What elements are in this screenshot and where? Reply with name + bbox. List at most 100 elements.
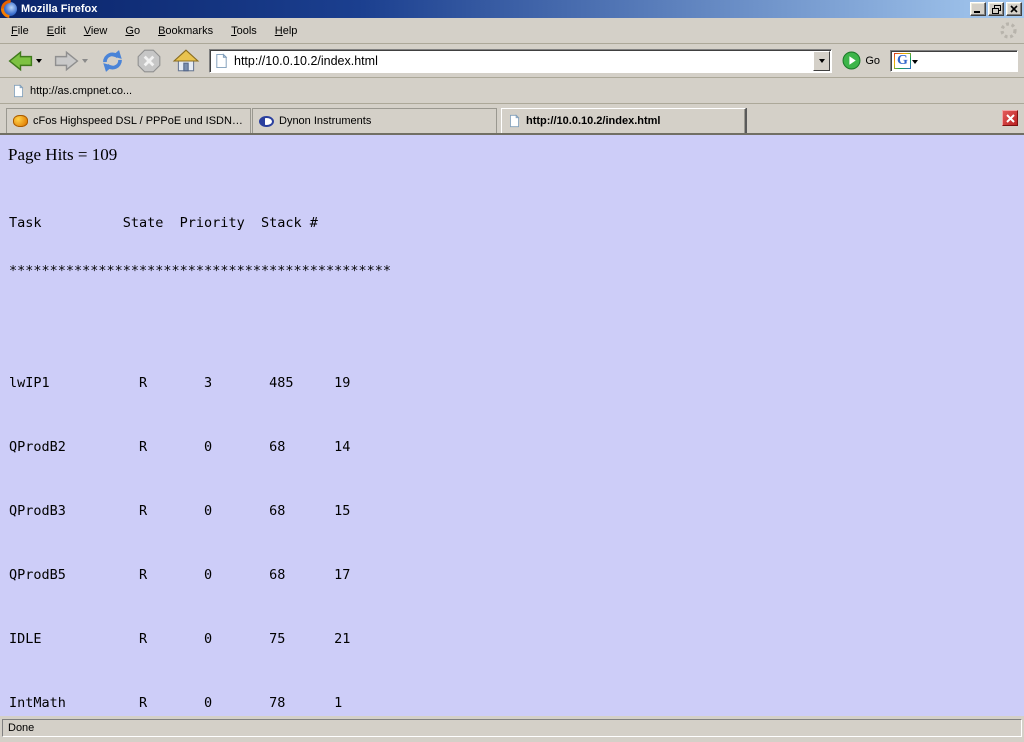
status-text: Done xyxy=(8,722,34,734)
cell-stack-num: 21 xyxy=(334,631,350,647)
cell-stack: 68 xyxy=(269,439,334,455)
go-button[interactable]: Go xyxy=(838,49,884,72)
restore-icon xyxy=(992,5,1001,14)
separator-line: ****************************************… xyxy=(9,263,1016,279)
table-row: QProdB2R06814 xyxy=(9,439,1016,455)
table-row: IDLER07521 xyxy=(9,631,1016,647)
tab-label: cFos Highspeed DSL / PPPoE und ISDN CAP.… xyxy=(33,115,244,127)
cell-stack-num: 17 xyxy=(334,567,350,583)
reload-button[interactable] xyxy=(98,47,127,75)
bookmark-label: http://as.cmpnet.co... xyxy=(30,85,132,97)
table-row: QProdB3R06815 xyxy=(9,503,1016,519)
tab-dynon[interactable]: Dynon Instruments xyxy=(252,108,497,133)
header-task: Task xyxy=(9,215,123,231)
tab-bar: cFos Highspeed DSL / PPPoE und ISDN CAP.… xyxy=(0,104,1024,135)
forward-dropdown[interactable] xyxy=(82,59,88,66)
dynon-icon xyxy=(259,116,274,127)
reload-icon xyxy=(99,48,126,74)
url-dropdown[interactable] xyxy=(813,51,830,71)
throbber-icon xyxy=(998,21,1018,41)
home-button[interactable] xyxy=(171,47,201,75)
firefox-window: Mozilla Firefox File Edit V xyxy=(0,0,1024,742)
stop-button[interactable] xyxy=(135,47,163,75)
cell-state: R xyxy=(139,503,204,519)
forward-button[interactable] xyxy=(52,48,81,74)
close-tab-button[interactable] xyxy=(1002,110,1018,126)
cell-stack: 75 xyxy=(269,631,334,647)
status-panel: Done xyxy=(2,719,1022,737)
table-rows: lwIP1R348519 QProdB2R06814 QProdB3R06815… xyxy=(9,327,1016,716)
cell-task: IDLE xyxy=(9,631,139,647)
back-dropdown[interactable] xyxy=(36,59,42,66)
table-header-row: TaskStatePriorityStack # xyxy=(9,215,1016,231)
cell-task: lwIP1 xyxy=(9,375,139,391)
cell-task: IntMath xyxy=(9,695,139,711)
menu-item[interactable]: Bookmarks xyxy=(149,22,222,40)
back-icon xyxy=(7,49,34,73)
cell-priority: 0 xyxy=(204,567,269,583)
cell-state: R xyxy=(139,631,204,647)
menu-item[interactable]: Help xyxy=(266,22,307,40)
google-logo-icon: G xyxy=(894,53,911,69)
cell-stack: 68 xyxy=(269,567,334,583)
page-content: Page Hits = 109 TaskStatePriorityStack #… xyxy=(0,135,1024,716)
url-input[interactable]: http://10.0.10.2/index.html xyxy=(234,54,813,68)
cell-stack-num: 19 xyxy=(334,375,350,391)
status-bar: Done xyxy=(0,716,1024,742)
menu-item[interactable]: View xyxy=(75,22,117,40)
menu-item[interactable]: File xyxy=(2,22,38,40)
stop-icon xyxy=(136,48,162,74)
document-icon xyxy=(214,53,229,69)
cell-stack-num: 1 xyxy=(334,695,342,711)
minimize-button[interactable] xyxy=(970,2,986,16)
cell-priority: 0 xyxy=(204,503,269,519)
titlebar: Mozilla Firefox xyxy=(0,0,1024,18)
header-stack: Stack # xyxy=(261,215,318,231)
header-state: State xyxy=(123,215,180,231)
bookmark-item[interactable]: http://as.cmpnet.co... xyxy=(8,82,136,100)
cfos-icon xyxy=(13,115,28,127)
search-engine-dropdown[interactable] xyxy=(912,60,918,67)
document-icon xyxy=(508,114,521,128)
window-controls xyxy=(970,2,1022,16)
header-priority: Priority xyxy=(180,215,261,231)
cell-task: QProdB2 xyxy=(9,439,139,455)
cell-stack-num: 15 xyxy=(334,503,350,519)
cell-priority: 3 xyxy=(204,375,269,391)
tab-label: Dynon Instruments xyxy=(279,115,371,127)
tab-cfos[interactable]: cFos Highspeed DSL / PPPoE und ISDN CAP.… xyxy=(6,108,251,133)
search-input[interactable]: G xyxy=(890,50,1018,72)
menu-item[interactable]: Edit xyxy=(38,22,75,40)
close-button[interactable] xyxy=(1006,2,1022,16)
cell-priority: 0 xyxy=(204,695,269,711)
document-icon xyxy=(12,84,25,98)
window-title: Mozilla Firefox xyxy=(21,3,970,15)
cell-priority: 0 xyxy=(204,439,269,455)
task-table: TaskStatePriorityStack # ***************… xyxy=(9,183,1016,716)
menu-bar: File Edit View Go Bookmarks Tools Help xyxy=(0,18,1024,44)
url-bar[interactable]: http://10.0.10.2/index.html xyxy=(209,49,832,73)
tab-index-html-active[interactable]: http://10.0.10.2/index.html xyxy=(501,108,746,133)
table-row: QProdB5R06817 xyxy=(9,567,1016,583)
minimize-icon xyxy=(974,5,982,13)
tab-close-icon xyxy=(1006,114,1015,123)
cell-task: QProdB5 xyxy=(9,567,139,583)
menu-item[interactable]: Tools xyxy=(222,22,266,40)
cell-state: R xyxy=(139,695,204,711)
cell-priority: 0 xyxy=(204,631,269,647)
cell-state: R xyxy=(139,439,204,455)
cell-state: R xyxy=(139,375,204,391)
forward-icon xyxy=(53,49,80,73)
table-row: IntMathR0781 xyxy=(9,695,1016,711)
cell-stack-num: 14 xyxy=(334,439,350,455)
tab-label: http://10.0.10.2/index.html xyxy=(526,115,660,127)
menu-item[interactable]: Go xyxy=(116,22,149,40)
cell-stack: 78 xyxy=(269,695,334,711)
restore-button[interactable] xyxy=(988,2,1004,16)
page-hits-text: Page Hits = 109 xyxy=(8,145,1016,165)
cell-stack: 485 xyxy=(269,375,334,391)
go-icon xyxy=(842,51,861,70)
back-button[interactable] xyxy=(6,48,35,74)
go-label: Go xyxy=(865,55,880,67)
cell-stack: 68 xyxy=(269,503,334,519)
